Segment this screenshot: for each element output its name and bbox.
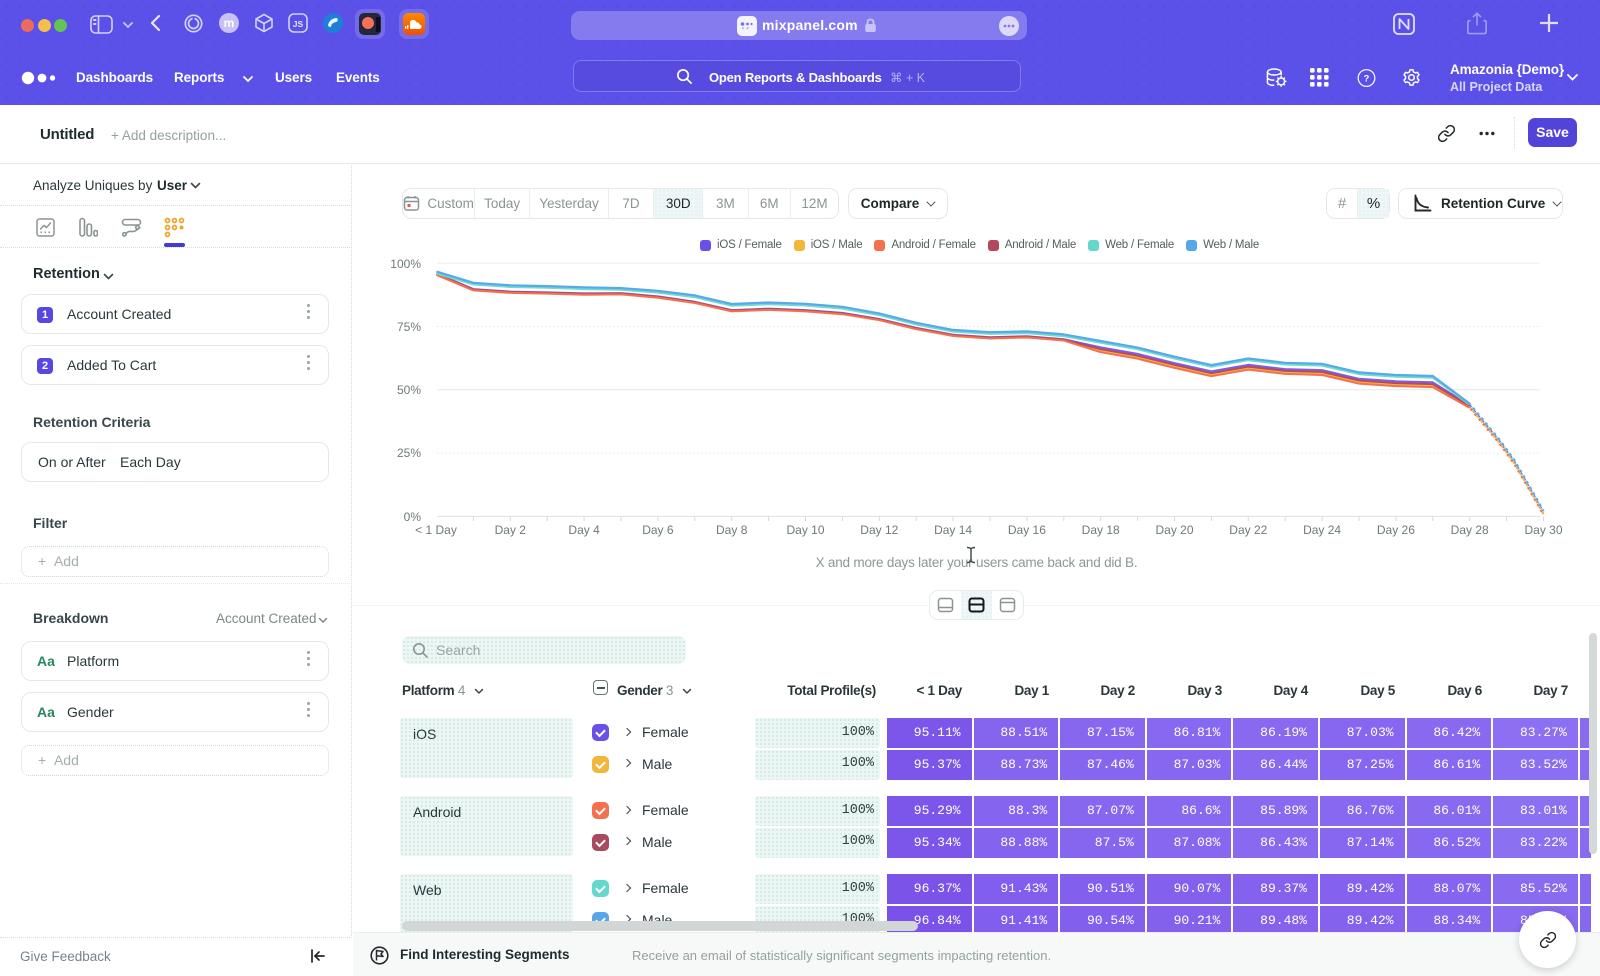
svg-text:?: ? — [1364, 73, 1370, 83]
svg-text:JS: JS — [293, 19, 304, 29]
